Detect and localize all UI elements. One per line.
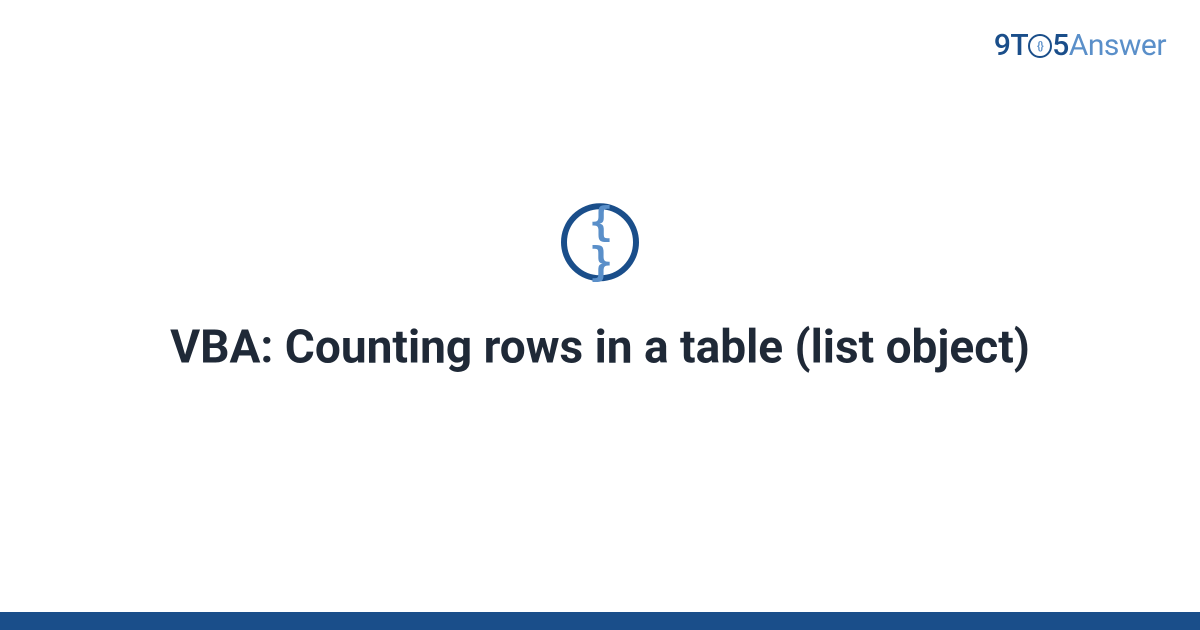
curly-braces-icon: { } [561, 203, 639, 281]
braces-glyph: { } [567, 202, 633, 282]
page-title: VBA: Counting rows in a table (list obje… [0, 319, 1200, 377]
logo-t: T [1010, 28, 1028, 63]
logo-o-icon: {} [1028, 34, 1052, 58]
main-content: { } VBA: Counting rows in a table (list … [0, 203, 1200, 377]
logo-nine: 9 [994, 28, 1011, 63]
footer-bar [0, 612, 1200, 630]
logo-five: 5 [1052, 28, 1069, 63]
logo-answer: Answer [1069, 28, 1166, 63]
site-logo: 9T{}5Answer [994, 28, 1166, 63]
